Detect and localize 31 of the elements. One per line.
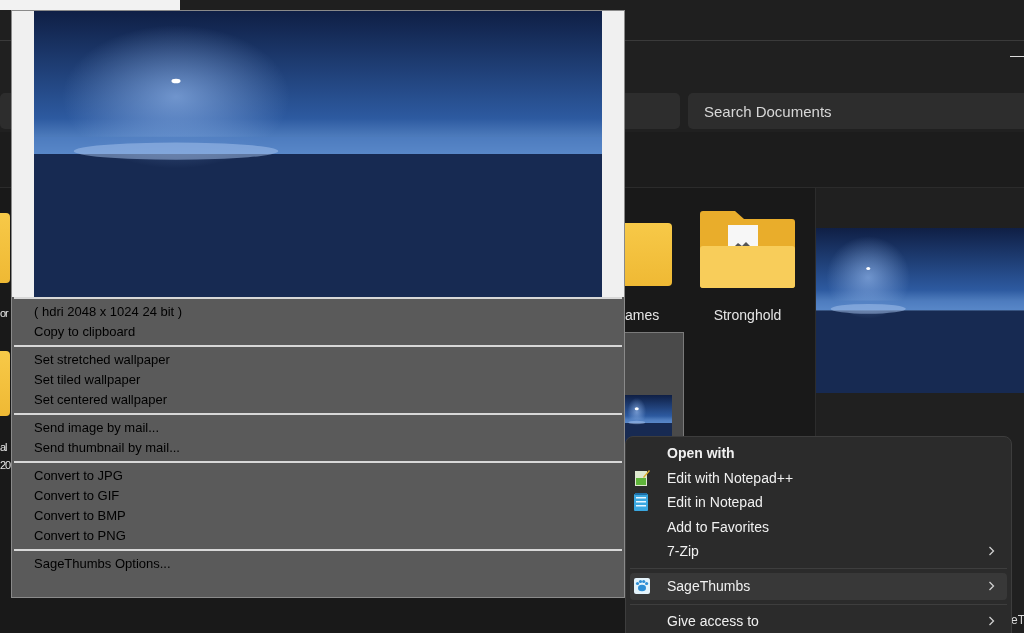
menu-item[interactable]: Copy to clipboard xyxy=(14,322,622,342)
folder-label: or xyxy=(0,306,10,321)
folder-icon[interactable] xyxy=(700,211,795,288)
menu-item[interactable]: Edit in Notepad xyxy=(630,490,1007,515)
folder-label: Stronghold xyxy=(713,307,782,323)
menu-item[interactable]: Set tiled wallpaper xyxy=(14,370,622,390)
menu-item[interactable]: Convert to PNG xyxy=(14,526,622,546)
folder-label: al xyxy=(0,440,8,455)
file-name: eT xyxy=(1011,613,1024,627)
menu-item[interactable]: Send image by mail... xyxy=(14,418,622,438)
menu-item[interactable]: Edit with Notepad++ xyxy=(630,465,1007,490)
menu-item[interactable]: SageThumbs Options... xyxy=(14,554,622,574)
folder-label: ames xyxy=(625,306,661,324)
menu-item[interactable]: Give access to xyxy=(630,608,1007,633)
paw-icon xyxy=(634,578,650,594)
menu-item[interactable]: Convert to GIF xyxy=(14,486,622,506)
menu-item[interactable]: 7-Zip xyxy=(630,539,1007,564)
menu-item[interactable]: Send thumbnail by mail... xyxy=(14,438,622,458)
menu-item[interactable]: Open with xyxy=(630,441,1007,466)
notepad-plus-icon xyxy=(634,468,650,487)
menu-item[interactable]: Convert to JPG xyxy=(14,466,622,486)
menu-item[interactable]: Set stretched wallpaper xyxy=(14,350,622,370)
search-field[interactable]: Search Documents xyxy=(688,93,1024,129)
minimize-button[interactable]: — xyxy=(1010,47,1024,90)
menu-item[interactable]: Set centered wallpaper xyxy=(14,390,622,410)
folder-label: 20 xyxy=(0,458,11,473)
menu-item[interactable]: ( hdri 2048 x 1024 24 bit ) xyxy=(14,302,622,322)
menu-item[interactable]: Convert to BMP xyxy=(14,506,622,526)
menu-item[interactable]: Add to Favorites xyxy=(630,514,1007,539)
menu-item[interactable]: SageThumbs xyxy=(630,572,1007,600)
notepad-icon xyxy=(634,493,648,512)
